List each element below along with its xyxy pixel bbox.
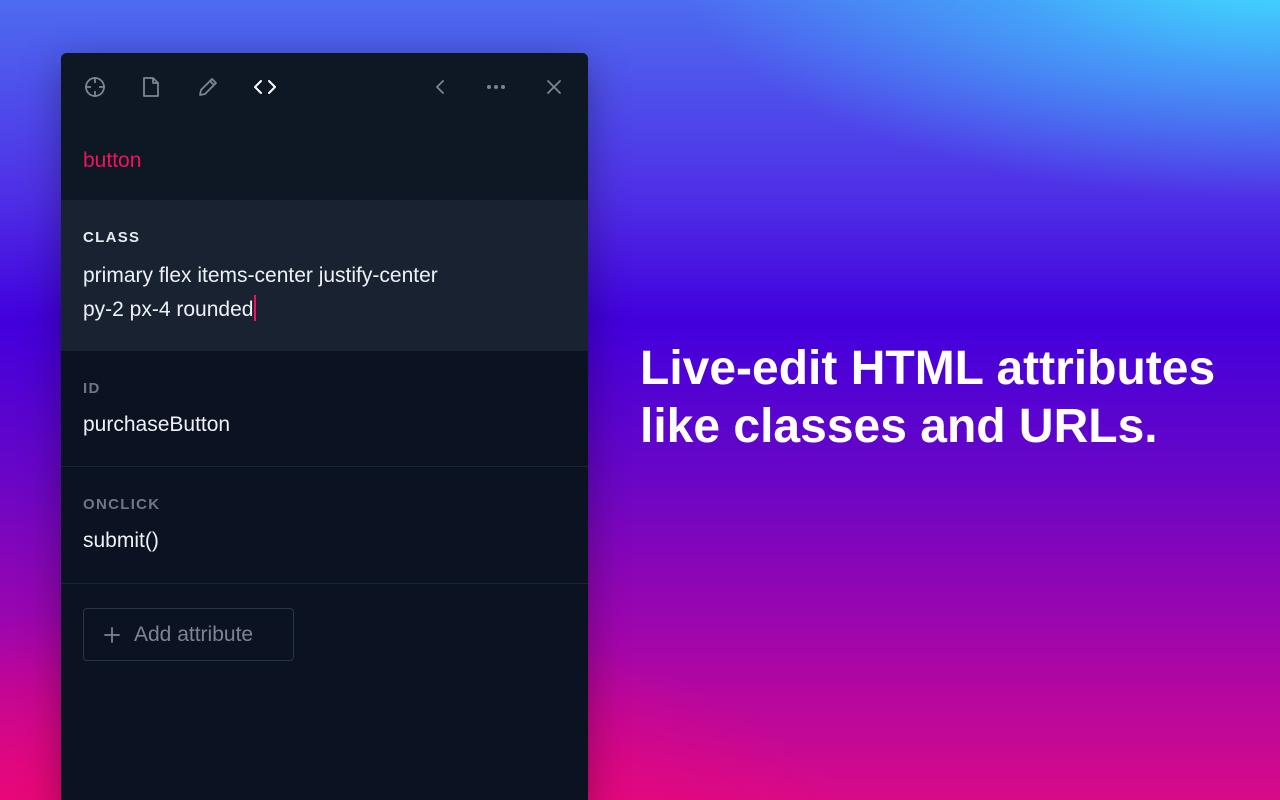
class-value-line: primary flex items-center justify-center <box>83 264 438 287</box>
crosshair-icon[interactable] <box>83 75 107 99</box>
inspector-panel: button CLASS primary flex items-center j… <box>61 53 588 800</box>
attribute-onclick[interactable]: ONCLICK submit() <box>61 467 588 584</box>
chevron-left-icon[interactable] <box>429 75 453 99</box>
element-tag-name: button <box>83 149 142 172</box>
attribute-class[interactable]: CLASS primary flex items-center justify-… <box>61 200 588 351</box>
class-value-field[interactable]: primary flex items-center justify-center… <box>83 259 523 327</box>
close-icon[interactable] <box>542 75 566 99</box>
attribute-label: ONCLICK <box>83 496 161 513</box>
onclick-value-field[interactable]: submit() <box>83 524 159 558</box>
attribute-label: ID <box>83 380 101 397</box>
plus-icon <box>104 626 120 643</box>
headline-line: Live-edit HTML attributes <box>640 342 1216 395</box>
text-caret <box>254 295 257 321</box>
element-header: button <box>61 121 588 200</box>
more-icon[interactable] <box>484 75 508 99</box>
headline-line: like classes and URLs. <box>640 400 1158 453</box>
class-value-line: py-2 px-4 rounded <box>83 298 254 321</box>
add-attribute-button[interactable]: Add attribute <box>83 608 294 661</box>
marketing-headline: Live-edit HTML attributes like classes a… <box>640 340 1270 456</box>
file-icon[interactable] <box>139 75 163 99</box>
id-value-field[interactable]: purchaseButton <box>83 408 230 442</box>
toolbar <box>61 53 588 121</box>
code-icon[interactable] <box>253 75 277 99</box>
attribute-label: CLASS <box>83 229 141 246</box>
add-attribute-label: Add attribute <box>134 622 254 646</box>
pencil-icon[interactable] <box>196 75 220 99</box>
attribute-id[interactable]: ID purchaseButton <box>61 351 588 467</box>
